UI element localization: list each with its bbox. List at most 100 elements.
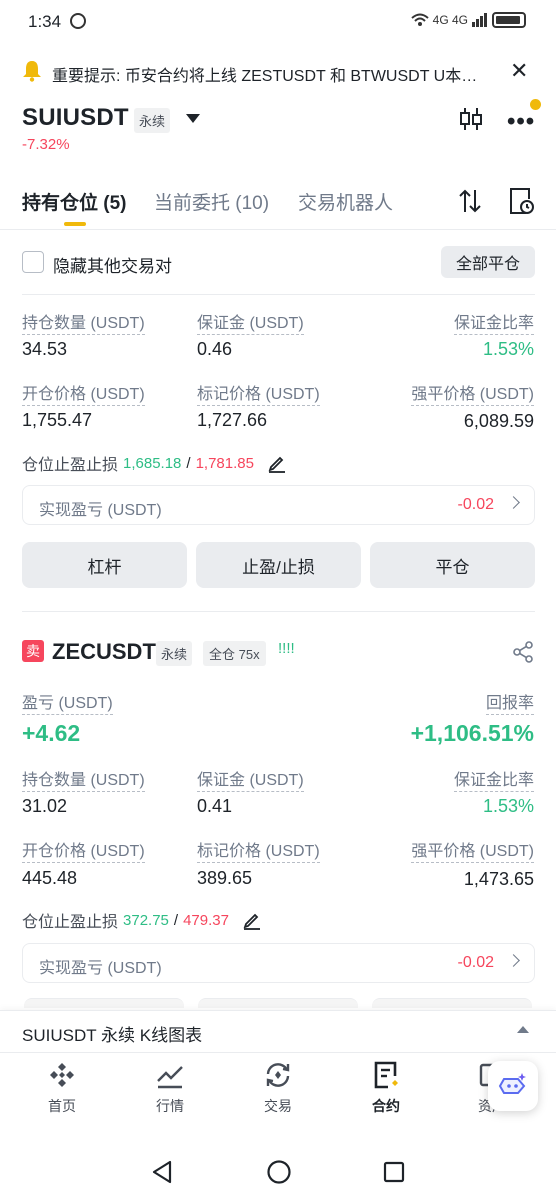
action-button-partial[interactable]: [372, 998, 532, 1008]
margin-value: 0.41: [197, 796, 233, 816]
futures-icon: [374, 1061, 398, 1089]
contract-type-badge: 永续: [156, 641, 193, 666]
ai-assistant-button[interactable]: [488, 1061, 538, 1111]
margin-mode-badge: 全仓 75x: [203, 641, 266, 666]
realized-pnl-value: -0.02: [457, 954, 494, 971]
kline-chart-label[interactable]: SUIUSDT 永续 K线图表: [22, 1021, 202, 1046]
status-time: 1:34: [28, 12, 62, 31]
more-icon[interactable]: •••: [507, 108, 535, 136]
liq-price: 6,089.59: [463, 411, 534, 431]
close-position-button[interactable]: 平仓: [370, 542, 535, 588]
margin-ratio-label: 保证金比率: [453, 766, 534, 792]
nav-trade[interactable]: 交易: [238, 1060, 318, 1116]
stop-loss-value: 479.37: [183, 911, 229, 929]
roe-label: 回报率: [485, 689, 534, 715]
alarm-icon: [70, 13, 86, 29]
sell-side-badge: 卖: [22, 640, 44, 662]
edit-icon[interactable]: [242, 910, 262, 930]
candlestick-icon[interactable]: [458, 106, 484, 132]
entry-price: 445.48: [22, 868, 78, 888]
margin-ratio: 1.53%: [482, 796, 534, 816]
tpsl-separator: /: [173, 911, 179, 929]
nav-label: 首页: [48, 1098, 76, 1114]
binance-logo-icon: [50, 1063, 74, 1087]
pnl-value: +4.62: [22, 720, 81, 746]
tabs-divider: [0, 229, 556, 230]
position-qty: 34.53: [22, 339, 68, 359]
take-profit-value: 1,685.18: [123, 454, 182, 472]
back-icon[interactable]: [150, 1160, 174, 1184]
ai-assistant-icon: [498, 1073, 526, 1094]
symbol-title[interactable]: SUIUSDT: [22, 104, 129, 132]
tpsl-row: 仓位止盈止损 372.75 / 479.37: [22, 908, 262, 932]
notification-dot: [530, 99, 541, 110]
nav-label: 行情: [156, 1098, 184, 1114]
recents-icon[interactable]: [383, 1161, 405, 1183]
caret-down-icon[interactable]: [186, 114, 200, 123]
edit-icon[interactable]: [267, 453, 287, 473]
stop-loss-value: 1,781.85: [195, 454, 254, 472]
realized-pnl-label: 实现盈亏 (USDT): [39, 960, 162, 977]
nav-label: 合约: [372, 1098, 400, 1114]
position-symbol[interactable]: ZECUSDT: [52, 639, 156, 665]
history-icon[interactable]: [508, 187, 534, 215]
mark-price-label: 标记价格 (USDT): [197, 837, 320, 863]
tpsl-label: 仓位止盈止损: [22, 457, 119, 474]
action-button-partial[interactable]: [198, 998, 358, 1008]
close-icon[interactable]: ✕: [510, 58, 528, 84]
pnl-label: 盈亏 (USDT): [22, 689, 113, 715]
margin-ratio: 1.53%: [482, 339, 534, 359]
position-qty-label: 持仓数量 (USDT): [22, 766, 145, 792]
mark-price: 389.65: [197, 868, 253, 888]
battery-icon: [492, 12, 526, 28]
realized-pnl-row[interactable]: 实现盈亏 (USDT) -0.02: [22, 943, 535, 983]
tab-indicator: [64, 222, 86, 226]
caret-up-icon[interactable]: [517, 1026, 529, 1033]
close-all-button[interactable]: 全部平仓: [441, 246, 535, 278]
share-icon[interactable]: [512, 641, 534, 663]
nav-home[interactable]: 首页: [22, 1060, 102, 1116]
liq-price: 1,473.65: [463, 869, 534, 889]
action-button-partial[interactable]: [24, 998, 184, 1008]
tab-open-orders[interactable]: 当前委托 (10): [154, 188, 269, 215]
tpsl-separator: /: [186, 454, 191, 472]
signal-icon: [472, 13, 487, 27]
hide-other-pairs-checkbox[interactable]: [22, 251, 44, 273]
hide-other-pairs-label[interactable]: 隐藏其他交易对: [53, 252, 172, 277]
nav-markets[interactable]: 行情: [130, 1060, 210, 1116]
filter-divider: [22, 294, 535, 295]
network-label: 4G 4G: [432, 13, 468, 27]
notice-text[interactable]: 重要提示: 币安合约将上线 ZESTUSDT 和 BTWUSDT U本…: [52, 62, 492, 86]
take-profit-value: 372.75: [123, 911, 169, 929]
sort-icon[interactable]: [458, 188, 482, 214]
bell-icon: [23, 61, 41, 82]
tab-positions[interactable]: 持有仓位 (5): [22, 188, 127, 215]
entry-price-label: 开仓价格 (USDT): [22, 837, 145, 863]
margin-label: 保证金 (USDT): [197, 766, 304, 792]
mark-price: 1,727.66: [197, 410, 268, 430]
nav-label: 交易: [264, 1098, 292, 1114]
margin-ratio-label: 保证金比率: [453, 309, 534, 335]
mark-price-label: 标记价格 (USDT): [197, 380, 320, 406]
chevron-right-icon: [507, 496, 520, 509]
markets-chart-icon: [157, 1066, 183, 1089]
trade-swap-icon: [266, 1063, 290, 1087]
position-divider: [22, 611, 535, 612]
realized-pnl-row[interactable]: 实现盈亏 (USDT) -0.02: [22, 485, 535, 525]
chevron-right-icon: [507, 954, 520, 967]
adl-indicator: !!!!: [278, 640, 295, 657]
margin-value: 0.46: [197, 339, 233, 359]
price-change: -7.32%: [22, 136, 70, 153]
tab-trading-bots[interactable]: 交易机器人: [298, 188, 393, 215]
realized-pnl-label: 实现盈亏 (USDT): [39, 502, 162, 519]
roe-value: +1,106.51%: [410, 720, 534, 746]
leverage-button[interactable]: 杠杆: [22, 542, 187, 588]
home-circle-icon[interactable]: [266, 1159, 292, 1185]
liq-price-label: 强平价格 (USDT): [411, 837, 534, 863]
tpsl-button[interactable]: 止盈/止损: [196, 542, 361, 588]
entry-price: 1,755.47: [22, 410, 93, 430]
tpsl-label: 仓位止盈止损: [22, 914, 119, 931]
realized-pnl-value: -0.02: [457, 496, 494, 513]
entry-price-label: 开仓价格 (USDT): [22, 380, 145, 406]
nav-futures[interactable]: 合约: [346, 1060, 426, 1116]
